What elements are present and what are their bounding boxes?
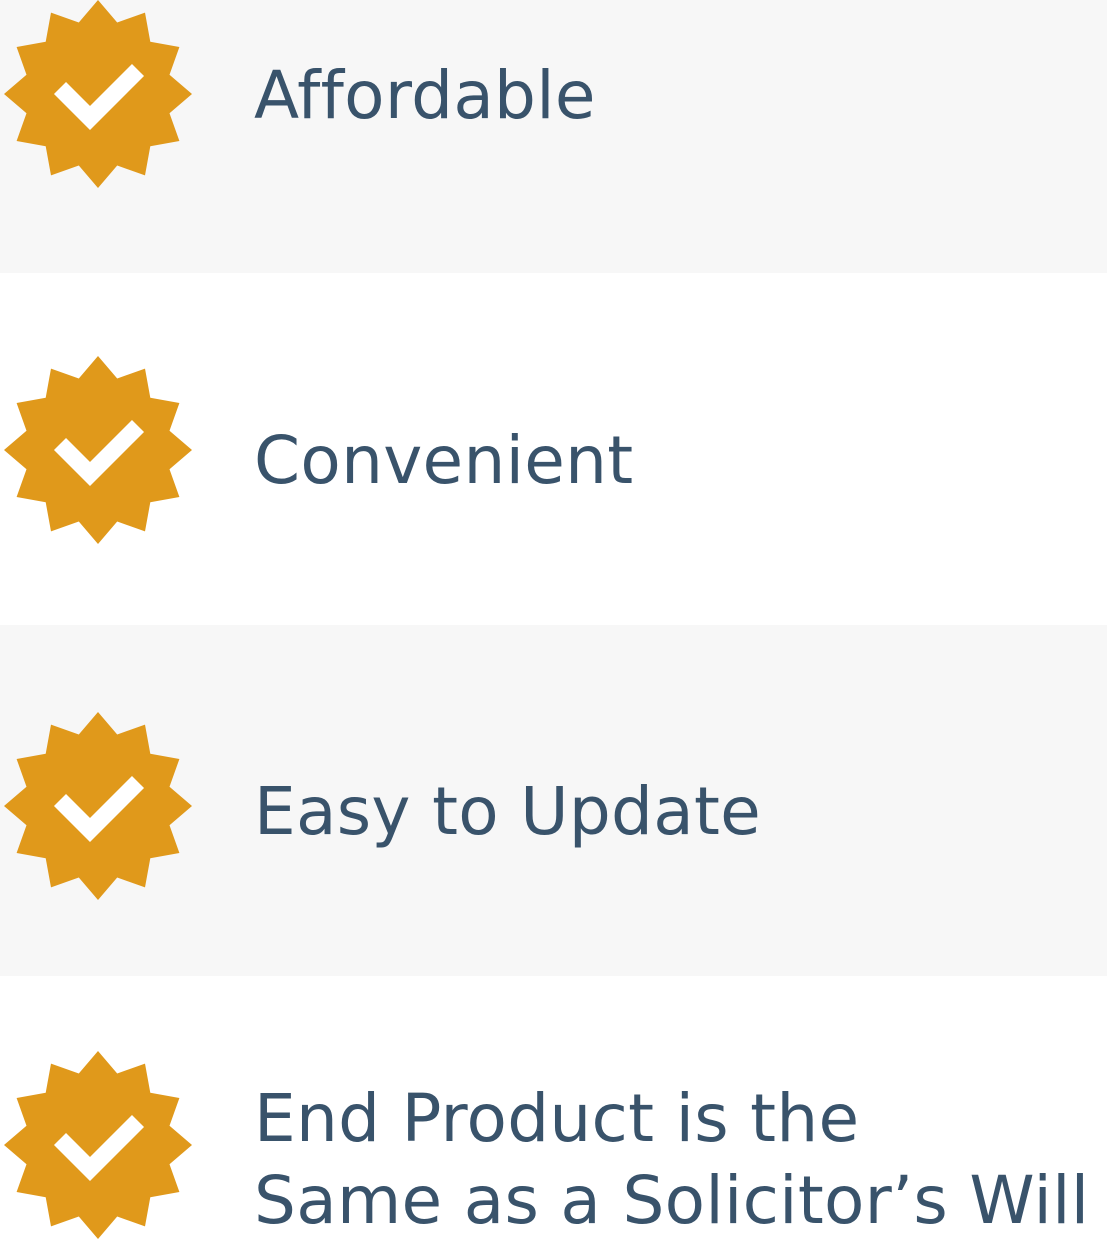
feature-row: Easy to Update xyxy=(0,625,1107,976)
feature-label: End Product is the Same as a Solicitor’s… xyxy=(254,1078,1107,1242)
feature-label-line-2: Same as a Solicitor’s Will xyxy=(254,1162,1090,1239)
feature-row: Convenient xyxy=(0,273,1107,625)
feature-row: End Product is the Same as a Solicitor’s… xyxy=(0,976,1107,1245)
check-badge-icon xyxy=(0,1051,196,1245)
feature-label: Affordable xyxy=(254,57,596,134)
feature-label: Convenient xyxy=(254,422,634,499)
feature-list: Affordable Convenient Easy to Update End… xyxy=(0,0,1107,1245)
check-badge-icon xyxy=(0,712,196,908)
check-badge-icon xyxy=(0,0,196,196)
feature-label: Easy to Update xyxy=(254,773,762,850)
check-badge-icon xyxy=(0,356,196,552)
feature-label-line-1: End Product is the xyxy=(254,1080,860,1157)
feature-row: Affordable xyxy=(0,0,1107,273)
